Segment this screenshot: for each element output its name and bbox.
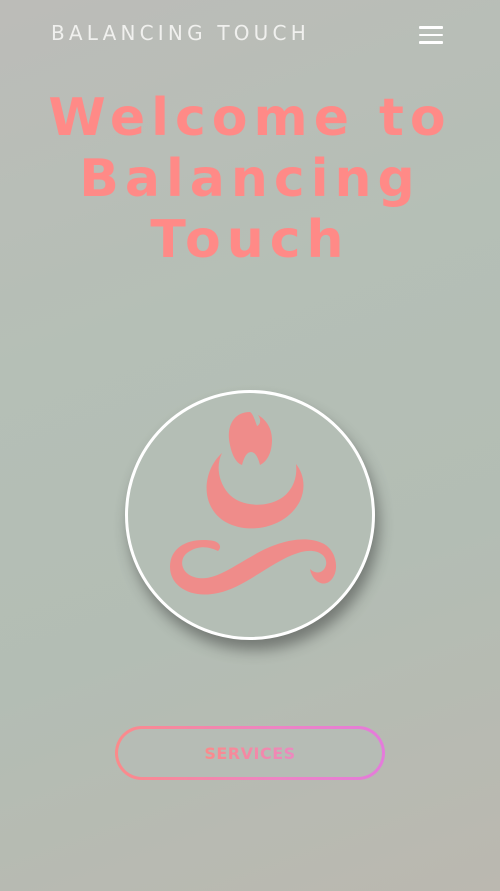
logo-circle <box>125 390 375 640</box>
site-header: BALANCING TOUCH <box>0 0 500 70</box>
services-button[interactable]: SERVICES <box>115 726 385 780</box>
title-line: Touch <box>150 210 350 270</box>
title-line: Welcome to <box>48 88 452 148</box>
page-title: Welcome to Balancing Touch <box>0 88 500 271</box>
brand-name[interactable]: BALANCING TOUCH <box>51 21 310 45</box>
services-button-inner: SERVICES <box>118 729 382 777</box>
services-button-label: SERVICES <box>204 743 296 763</box>
menu-bar <box>419 33 443 36</box>
title-line: Balancing <box>79 149 421 209</box>
menu-bar <box>419 41 443 44</box>
hamburger-menu-icon[interactable] <box>414 24 448 48</box>
menu-bar <box>419 26 443 29</box>
meditation-figure-icon <box>170 412 337 595</box>
